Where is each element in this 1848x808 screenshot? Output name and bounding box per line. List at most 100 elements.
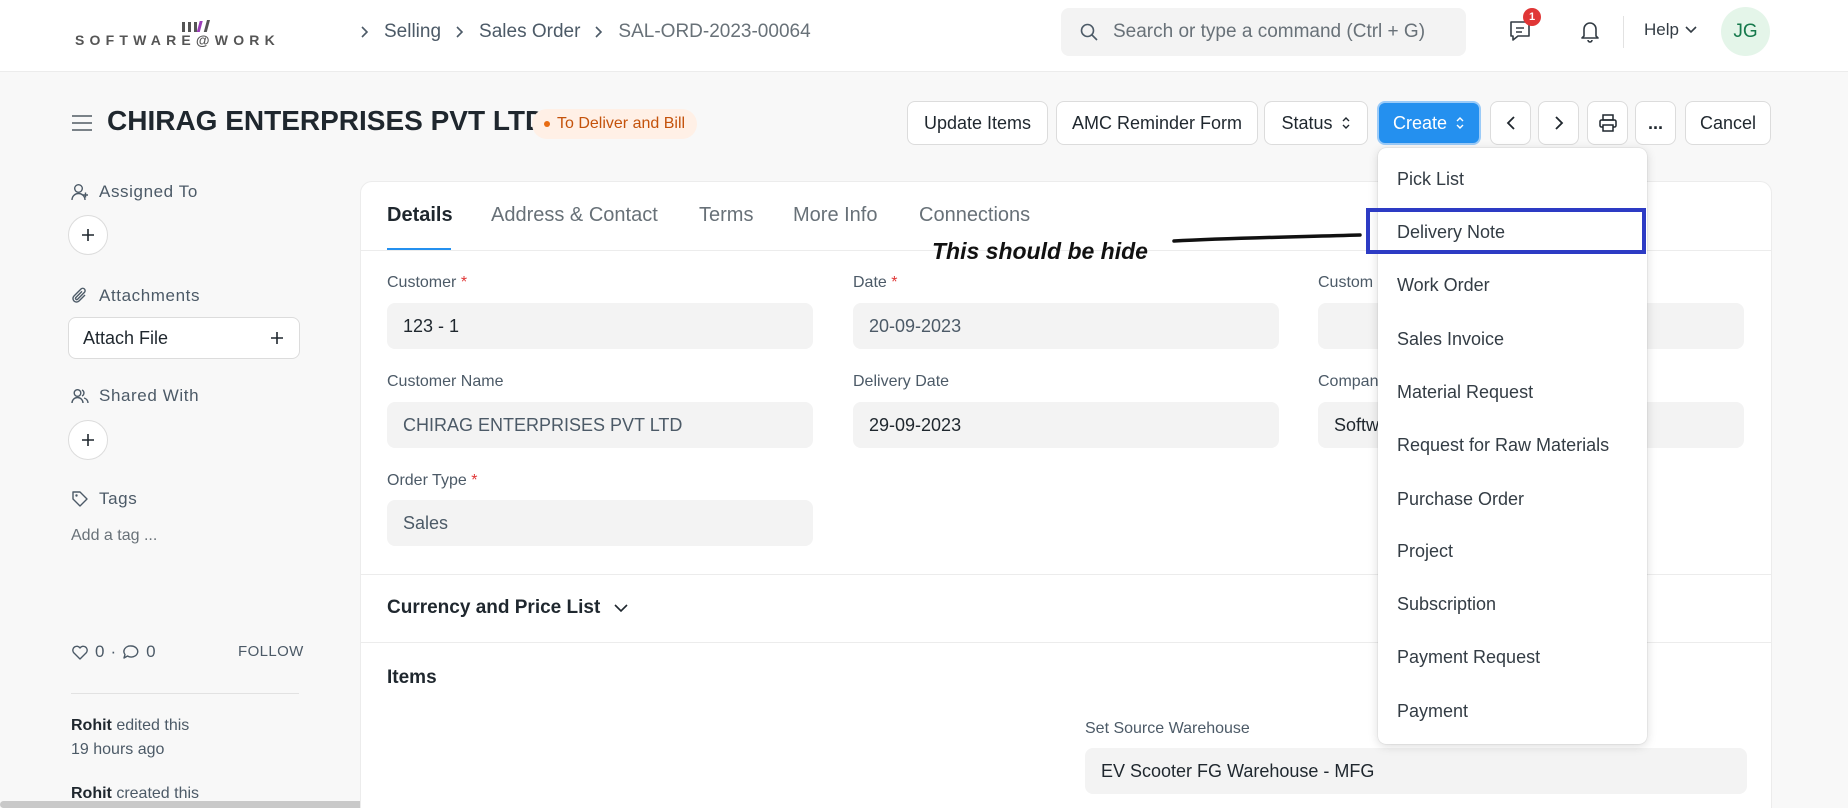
activity-action: created this [116, 785, 200, 802]
source-warehouse-field[interactable]: EV Scooter FG Warehouse - MFG [1085, 748, 1747, 794]
order-type-label: Order Type * [387, 472, 478, 489]
chevron-right-icon [595, 26, 603, 38]
sort-caret-icon [1456, 117, 1464, 129]
top-navbar: SOFTWARE@WORK Selling Sales Order SAL-OR… [0, 0, 1848, 72]
help-label: Help [1644, 20, 1679, 39]
menu-item-project[interactable]: Project [1397, 541, 1453, 562]
likes-comments: 0 · 0 [71, 642, 156, 662]
status-badge-label: To Deliver and Bill [557, 115, 686, 132]
customer-name-label: Customer Name [387, 373, 504, 390]
delivery-date-field[interactable]: 29-09-2023 [853, 402, 1279, 448]
activity-time: 19 hours ago [71, 741, 165, 758]
navbar-divider [1623, 16, 1624, 48]
sidebar-divider [71, 693, 299, 694]
add-tag-link[interactable]: Add a tag ... [71, 527, 157, 545]
menu-item-material-request[interactable]: Material Request [1397, 382, 1533, 403]
update-items-button[interactable]: Update Items [907, 101, 1048, 145]
assigned-to-label: Assigned To [99, 182, 198, 201]
activity-user[interactable]: Rohit [71, 785, 112, 802]
add-share-button[interactable] [68, 420, 108, 460]
annotation-highlight-box [1366, 208, 1646, 254]
app-logo[interactable]: SOFTWARE@WORK [75, 20, 323, 50]
attach-file-button[interactable]: Attach File [68, 317, 300, 359]
bell-icon [1581, 22, 1599, 43]
order-type-field[interactable]: Sales [387, 500, 813, 546]
activity-action: edited this [116, 717, 190, 734]
attach-file-label: Attach File [83, 327, 169, 348]
notifications-button[interactable] [1575, 16, 1605, 46]
comment-count: 0 [146, 642, 156, 661]
user-avatar[interactable]: JG [1721, 7, 1770, 56]
like-count: 0 [95, 642, 105, 661]
annotation-arrow-line [1172, 233, 1362, 243]
activity-user[interactable]: Rohit [71, 717, 112, 734]
chevron-right-icon [456, 26, 464, 38]
chevron-down-icon [1685, 26, 1697, 34]
date-field[interactable]: 20-09-2023 [853, 303, 1279, 349]
chevron-right-icon [361, 26, 369, 38]
search-bar[interactable] [1061, 8, 1466, 56]
printer-icon [1598, 114, 1617, 132]
tab-address-contact[interactable]: Address & Contact [491, 204, 658, 227]
user-add-icon [71, 184, 88, 201]
menu-item-subscription[interactable]: Subscription [1397, 594, 1496, 615]
tab-details[interactable]: Details [387, 204, 453, 227]
shared-with-section: Shared With [71, 386, 199, 406]
help-dropdown[interactable]: Help [1644, 20, 1697, 40]
follow-button[interactable]: FOLLOW [238, 643, 304, 660]
customer-po-label: Custom [1318, 274, 1374, 291]
users-icon [71, 389, 89, 404]
attachments-section: Attachments [71, 286, 200, 306]
status-button-label: Status [1281, 112, 1333, 133]
chevron-down-icon [614, 603, 628, 612]
tags-section: Tags [71, 489, 137, 509]
plus-icon [271, 332, 283, 344]
annotation-text: This should be hide [932, 238, 1148, 264]
menu-item-payment-request[interactable]: Payment Request [1397, 647, 1540, 668]
menu-item-payment[interactable]: Payment [1397, 701, 1468, 722]
menu-item-request-raw-materials[interactable]: Request for Raw Materials [1397, 435, 1609, 456]
tab-terms[interactable]: Terms [699, 204, 753, 227]
cancel-button[interactable]: Cancel [1685, 101, 1771, 145]
add-assignee-button[interactable] [68, 215, 108, 255]
status-dot-icon [544, 121, 550, 127]
tag-icon [72, 491, 88, 507]
search-input[interactable] [1113, 21, 1453, 43]
create-dropdown-button[interactable]: Create [1377, 101, 1481, 145]
customer-name-field[interactable]: CHIRAG ENTERPRISES PVT LTD [387, 402, 813, 448]
comment-icon[interactable] [122, 644, 140, 660]
previous-record-button[interactable] [1490, 101, 1531, 145]
next-record-button[interactable] [1538, 101, 1579, 145]
heart-icon[interactable] [71, 644, 89, 660]
tags-label: Tags [99, 489, 138, 508]
menu-item-work-order[interactable]: Work Order [1397, 275, 1490, 296]
date-label: Date * [853, 274, 898, 291]
assigned-to-section: Assigned To [71, 182, 198, 202]
menu-item-pick-list[interactable]: Pick List [1397, 169, 1464, 190]
customer-label: Customer * [387, 274, 468, 291]
breadcrumb-sales-order[interactable]: Sales Order [479, 21, 580, 43]
more-actions-button[interactable]: ... [1635, 101, 1676, 145]
print-button[interactable] [1587, 101, 1628, 145]
currency-price-list-section[interactable]: Currency and Price List [387, 597, 628, 619]
chevron-right-icon [1554, 116, 1563, 130]
menu-item-purchase-order[interactable]: Purchase Order [1397, 489, 1524, 510]
hamburger-menu-icon[interactable] [71, 114, 93, 132]
sort-caret-icon [1342, 117, 1350, 129]
breadcrumb-current-doc[interactable]: SAL-ORD-2023-00064 [618, 21, 810, 43]
amc-reminder-form-button[interactable]: AMC Reminder Form [1056, 101, 1258, 145]
create-button-label: Create [1392, 112, 1448, 133]
breadcrumb-selling[interactable]: Selling [384, 21, 441, 43]
items-section-title: Items [387, 667, 437, 688]
chevron-left-icon [1506, 116, 1515, 130]
menu-item-sales-invoice[interactable]: Sales Invoice [1397, 329, 1504, 350]
customer-field[interactable]: 123 - 1 [387, 303, 813, 349]
tab-more-info[interactable]: More Info [793, 204, 877, 227]
search-icon [1080, 23, 1098, 41]
company-label: Compan [1318, 373, 1379, 390]
status-dropdown-button[interactable]: Status [1264, 101, 1368, 145]
tab-connections[interactable]: Connections [919, 204, 1030, 227]
attachments-label: Attachments [99, 286, 201, 305]
activity-item: Rohit edited this 19 hours ago [71, 714, 189, 762]
logo-text: SOFTWARE@WORK [75, 32, 280, 48]
